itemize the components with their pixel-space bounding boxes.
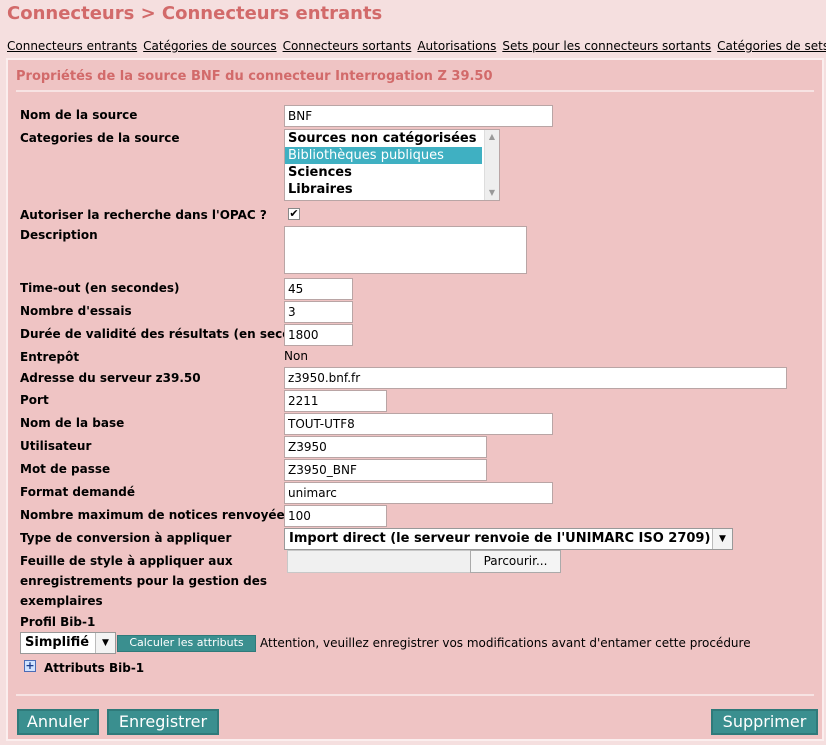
delete-button[interactable]: Supprimer (711, 709, 818, 735)
chevron-down-icon[interactable]: ▼ (712, 529, 732, 549)
warning-text: Attention, veuillez enregistrer vos modi… (260, 636, 751, 650)
conversion-select[interactable]: Import direct (le serveur renvoie de l'U… (284, 528, 733, 550)
retries-input[interactable] (284, 301, 353, 323)
nav-autorisations[interactable]: Autorisations (417, 39, 496, 53)
label-server: Adresse du serveur z39.50 (20, 371, 201, 385)
user-input[interactable] (284, 436, 487, 458)
label-timeout: Time-out (en secondes) (20, 281, 180, 295)
label-user: Utilisateur (20, 439, 92, 453)
password-input[interactable] (284, 459, 487, 481)
nav-sets-connecteurs-sortants[interactable]: Sets pour les connecteurs sortants (502, 39, 711, 53)
label-retries: Nombre d'essais (20, 304, 132, 318)
category-option[interactable]: Sources non catégorisées (285, 130, 482, 147)
attributes-bib1-toggle[interactable]: Attributs Bib-1 (44, 661, 144, 675)
validity-input[interactable] (284, 324, 353, 346)
profile-selected-value: Simplifié (25, 635, 90, 650)
profile-select[interactable]: Simplifié ▼ (20, 632, 116, 654)
max-records-input[interactable] (284, 505, 387, 527)
scroll-up-arrow-icon[interactable]: ▲ (487, 132, 497, 142)
listbox-scrollbar[interactable]: ▲ ▼ (484, 130, 499, 200)
category-option-selected[interactable]: Bibliothèques publiques (285, 147, 482, 164)
nav-connecteurs-entrants[interactable]: Connecteurs entrants (7, 39, 137, 53)
scroll-down-arrow-icon[interactable]: ▼ (487, 188, 497, 198)
label-password: Mot de passe (20, 462, 111, 476)
label-max-records: Nombre maximum de notices renvoyées (20, 508, 292, 522)
categories-listbox[interactable]: Sources non catégorisées Bibliothèques p… (284, 129, 500, 201)
chevron-down-icon[interactable]: ▼ (95, 633, 115, 653)
footer-divider (16, 694, 814, 696)
nav-categories-sets[interactable]: Catégories de sets (717, 39, 826, 53)
calculate-attributes-button[interactable]: Calculer les attributs (117, 635, 256, 652)
cancel-button[interactable]: Annuler (17, 709, 99, 735)
expand-plus-icon[interactable]: + (24, 660, 36, 672)
checkmark-icon: ✔ (289, 207, 299, 220)
browse-button[interactable]: Parcourir... (470, 550, 561, 573)
save-button[interactable]: Enregistrer (107, 709, 219, 735)
label-validity: Durée de validité des résultats (en seco… (20, 327, 329, 341)
format-input[interactable] (284, 482, 553, 504)
label-stylesheet-line1: Feuille de style à appliquer aux (20, 554, 233, 568)
nav-connecteurs-sortants[interactable]: Connecteurs sortants (283, 39, 412, 53)
nav-categories-sources[interactable]: Catégories de sources (143, 39, 276, 53)
label-format: Format demandé (20, 485, 135, 499)
label-port: Port (20, 393, 49, 407)
description-textarea[interactable] (284, 226, 527, 274)
title-divider (16, 90, 814, 92)
label-warehouse: Entrepôt (20, 350, 80, 364)
opac-checkbox[interactable]: ✔ (288, 208, 300, 220)
top-navigation: Connecteurs entrants Catégories de source… (7, 39, 826, 53)
label-opac: Autoriser la recherche dans l'OPAC ? (20, 208, 267, 222)
stylesheet-file-path[interactable] (287, 550, 471, 573)
port-input[interactable] (284, 390, 387, 412)
label-categories: Categories de la source (20, 131, 180, 145)
label-stylesheet-line3: exemplaires (20, 594, 103, 608)
label-description: Description (20, 228, 98, 242)
category-option[interactable]: Libraires (285, 181, 482, 198)
page-title: Connecteurs > Connecteurs entrants (7, 3, 383, 24)
timeout-input[interactable] (284, 278, 353, 300)
form-title: Propriétés de la source BNF du connecteu… (16, 69, 493, 84)
label-conversion: Type de conversion à appliquer (20, 531, 232, 545)
warehouse-value: Non (284, 349, 308, 363)
source-properties-panel: Propriétés de la source BNF du connecteu… (6, 58, 824, 741)
category-option[interactable]: Sciences (285, 164, 482, 181)
conversion-selected-value: Import direct (le serveur renvoie de l'U… (289, 531, 711, 546)
label-stylesheet-line2: enregistrements pour la gestion des (20, 574, 268, 588)
base-input[interactable] (284, 413, 553, 435)
label-source-name: Nom de la source (20, 108, 138, 122)
server-input[interactable] (284, 367, 787, 389)
label-profile: Profil Bib-1 (20, 615, 96, 629)
source-name-input[interactable] (284, 105, 553, 127)
label-base: Nom de la base (20, 416, 125, 430)
